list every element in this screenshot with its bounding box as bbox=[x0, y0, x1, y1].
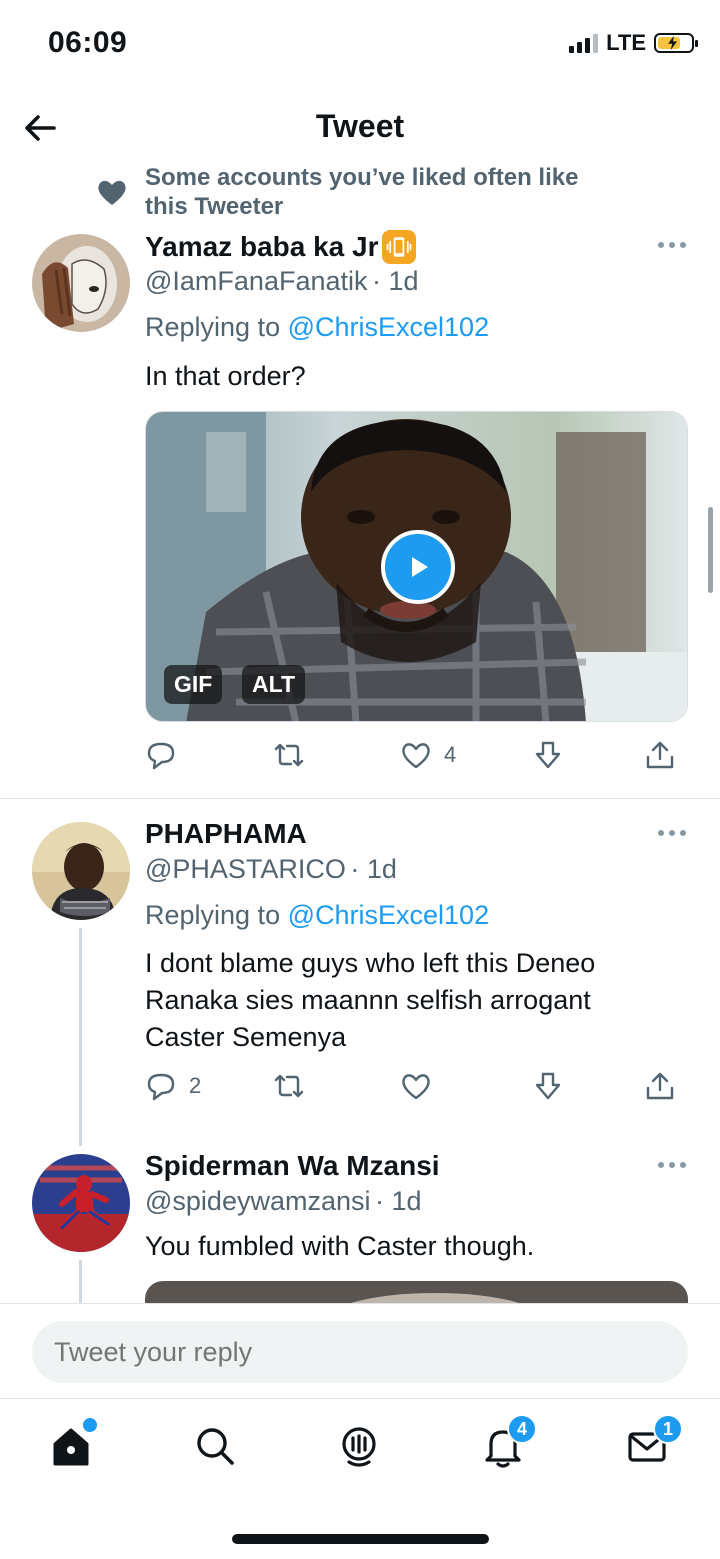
avatar[interactable] bbox=[32, 234, 130, 332]
tweet-text: You fumbled with Caster though. bbox=[145, 1231, 535, 1261]
replying-to-link[interactable]: @ChrisExcel102 bbox=[288, 312, 490, 342]
search-icon bbox=[197, 1428, 234, 1465]
tab-notifications[interactable]: 4 bbox=[477, 1414, 537, 1472]
scrollbar[interactable] bbox=[708, 507, 713, 593]
play-button[interactable] bbox=[381, 530, 455, 604]
share-button[interactable] bbox=[644, 739, 676, 771]
home-unread-dot bbox=[81, 1416, 99, 1434]
alt-badge[interactable]: ALT bbox=[242, 665, 306, 704]
play-icon bbox=[412, 557, 428, 577]
replying-prefix: Replying to bbox=[145, 312, 281, 342]
tweet-time: · 1d bbox=[374, 1186, 422, 1216]
retweet-icon bbox=[274, 1074, 304, 1098]
share-button[interactable] bbox=[644, 1070, 676, 1102]
author-handle-line: @spideywamzansi · 1d bbox=[145, 1186, 421, 1217]
signal-icon bbox=[569, 33, 599, 53]
like-button[interactable]: 4 bbox=[400, 739, 456, 771]
reply-button[interactable] bbox=[145, 739, 189, 771]
share-icon bbox=[646, 1072, 674, 1100]
tweet-author: Yamaz baba ka Jr bbox=[145, 230, 417, 264]
author-handle-line: @PHASTARICO · 1d bbox=[145, 854, 397, 885]
more-options-icon[interactable] bbox=[658, 1160, 688, 1170]
replying-to: Replying to @ChrisExcel102 bbox=[145, 900, 489, 931]
like-count: 4 bbox=[444, 742, 457, 767]
like-icon bbox=[402, 743, 430, 769]
messages-badge: 1 bbox=[653, 1414, 683, 1444]
status-indicators: LTE bbox=[569, 30, 698, 56]
spaces-icon bbox=[342, 1427, 376, 1467]
author-handle[interactable]: @PHASTARICO bbox=[145, 854, 346, 884]
reply-button[interactable]: 2 bbox=[145, 1070, 201, 1102]
more-options-icon[interactable] bbox=[658, 240, 688, 250]
vibrate-emoji-icon bbox=[382, 230, 417, 264]
download-arrow-icon bbox=[535, 741, 561, 769]
divider bbox=[0, 798, 720, 799]
tab-messages[interactable]: 1 bbox=[621, 1414, 683, 1472]
home-indicator[interactable] bbox=[232, 1534, 489, 1544]
avatar[interactable] bbox=[32, 1154, 130, 1252]
gif-badge: GIF bbox=[164, 665, 223, 704]
page-title: Tweet bbox=[315, 108, 405, 144]
like-icon bbox=[402, 1074, 430, 1100]
tab-search[interactable] bbox=[189, 1420, 241, 1472]
social-context-text: Some accounts you’ve liked often like th… bbox=[145, 164, 579, 220]
battery-icon bbox=[654, 33, 698, 53]
tab-home[interactable] bbox=[45, 1416, 99, 1472]
replying-to: Replying to @ChrisExcel102 bbox=[145, 312, 489, 343]
retweet-button[interactable] bbox=[273, 1070, 317, 1102]
retweet-button[interactable] bbox=[273, 739, 317, 771]
author-handle[interactable]: @IamFanaFanatik bbox=[145, 266, 368, 296]
like-button[interactable] bbox=[400, 1070, 444, 1102]
thread-line bbox=[79, 928, 82, 1146]
avatar[interactable] bbox=[32, 822, 130, 920]
status-time: 06:09 bbox=[48, 26, 128, 59]
more-options-icon[interactable] bbox=[658, 828, 688, 838]
replying-to-link[interactable]: @ChrisExcel102 bbox=[288, 900, 490, 930]
thread-line bbox=[79, 1260, 82, 1304]
tweet-text: I dont blame guys who left this Deneo Ra… bbox=[145, 948, 596, 1052]
reply-bar bbox=[0, 1303, 720, 1399]
tweet-time: · 1d bbox=[350, 854, 397, 884]
reply-input[interactable] bbox=[32, 1321, 688, 1383]
reply-icon bbox=[147, 742, 175, 770]
author-handle[interactable]: @spideywamzansi bbox=[145, 1186, 371, 1216]
tweet-author: PHAPHAMA bbox=[145, 818, 307, 850]
share-icon bbox=[646, 741, 674, 769]
tip-button[interactable] bbox=[532, 1070, 564, 1102]
tip-button[interactable] bbox=[532, 739, 564, 771]
tab-spaces[interactable] bbox=[333, 1420, 385, 1472]
network-label: LTE bbox=[606, 30, 646, 55]
author-name[interactable]: PHAPHAMA bbox=[145, 818, 307, 849]
reply-icon bbox=[147, 1073, 175, 1101]
notifications-badge: 4 bbox=[507, 1414, 537, 1444]
heart-icon bbox=[96, 176, 128, 208]
retweet-icon bbox=[274, 743, 304, 767]
download-arrow-icon bbox=[535, 1072, 561, 1100]
tweet-media-gif[interactable]: GIF ALT bbox=[145, 411, 688, 722]
author-name[interactable]: Spiderman Wa Mzansi bbox=[145, 1150, 440, 1181]
author-handle-line: @IamFanaFanatik · 1d bbox=[145, 266, 418, 297]
tweet-time: · 1d bbox=[371, 266, 419, 296]
tweet-text: In that order? bbox=[145, 361, 306, 391]
reply-count: 2 bbox=[189, 1073, 202, 1098]
author-name[interactable]: Yamaz baba ka Jr bbox=[145, 231, 378, 263]
tweet-author: Spiderman Wa Mzansi bbox=[145, 1150, 440, 1182]
replying-prefix: Replying to bbox=[145, 900, 281, 930]
